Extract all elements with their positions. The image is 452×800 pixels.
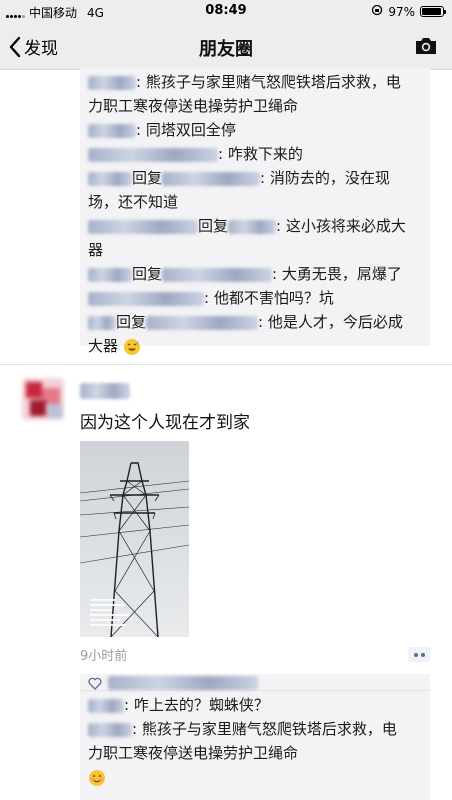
post-divider bbox=[0, 364, 452, 365]
avatar[interactable] bbox=[22, 378, 64, 420]
commenter-name[interactable] bbox=[88, 169, 132, 187]
battery-icon bbox=[420, 6, 446, 17]
emoji-row bbox=[88, 765, 422, 789]
reply-label: 回复 bbox=[132, 169, 163, 187]
comment-text-wrap: 大器 bbox=[88, 334, 422, 358]
comment-item[interactable]: : 咋救下来的 bbox=[88, 142, 422, 166]
commenter-name[interactable] bbox=[88, 289, 204, 307]
comment-text: 咋救下来的 bbox=[227, 145, 303, 163]
nav-bar: 发现 朋友圈 bbox=[0, 24, 452, 70]
comment-text-wrap: 力职工寒夜停送电操劳护卫绳命 bbox=[88, 97, 299, 115]
comment-text-wrap: 场，还不知道 bbox=[88, 193, 179, 211]
comment-text: 这小孩将来必成大 bbox=[285, 217, 406, 235]
camera-icon bbox=[416, 38, 436, 54]
battery-percent: 97% bbox=[388, 4, 415, 19]
commenter-name[interactable] bbox=[88, 265, 132, 283]
post-text: 因为这个人现在才到家 bbox=[80, 413, 250, 433]
comment-item[interactable]: 回复: 这小孩将来必成大 bbox=[88, 214, 422, 238]
liker-names[interactable] bbox=[108, 676, 258, 690]
blushing-smile-emoji-icon bbox=[89, 769, 105, 786]
comment-item[interactable]: : 同塔双回全停 bbox=[88, 118, 422, 142]
comment-text: 消防去的，没在现 bbox=[269, 169, 390, 187]
comment-text: 大勇无畏，屌爆了 bbox=[281, 265, 402, 283]
rotation-lock-icon bbox=[371, 4, 383, 19]
post-timestamp: 9小时前 bbox=[80, 649, 128, 664]
reply-target-name[interactable] bbox=[162, 265, 273, 283]
comment-text: 熊孩子与家里赌气怒爬铁塔后求救，电 bbox=[145, 73, 401, 91]
poster-name[interactable] bbox=[80, 380, 130, 399]
comment-text-wrap: 力职工寒夜停送电操劳护卫绳命 bbox=[88, 744, 299, 762]
comment-item[interactable]: 回复: 大勇无畏，屌爆了 bbox=[88, 262, 422, 286]
reply-label: 回复 bbox=[132, 265, 163, 283]
commenter-name[interactable] bbox=[88, 313, 116, 331]
commenter-name[interactable] bbox=[88, 696, 124, 714]
page-title: 朋友圈 bbox=[199, 39, 253, 60]
status-bar: 中国移动 4G 08:49 97% bbox=[0, 0, 452, 24]
comment-text: 熊孩子与家里赌气怒爬铁塔后求救，电 bbox=[141, 720, 397, 738]
status-right: 97% bbox=[371, 4, 446, 19]
reply-target-name[interactable] bbox=[228, 217, 277, 235]
tower-photo bbox=[80, 441, 189, 637]
comment-item[interactable]: : 咋上去的？蜘蛛侠？ bbox=[88, 693, 422, 717]
comment-list-bottom: : 咋上去的？蜘蛛侠？ : 熊孩子与家里赌气怒爬铁塔后求救，电 力职工寒夜停送电… bbox=[80, 674, 430, 800]
commenter-name[interactable] bbox=[88, 121, 136, 139]
comment-text: 同塔双回全停 bbox=[145, 121, 236, 139]
comment-item[interactable]: 回复: 他是人才，今后必成 bbox=[88, 310, 422, 334]
sweat-smile-emoji-icon bbox=[123, 338, 140, 355]
comment-text: 他是人才，今后必成 bbox=[267, 313, 403, 331]
reply-label: 回复 bbox=[116, 313, 147, 331]
comment-text: 他都不害怕吗？坑 bbox=[213, 289, 334, 307]
commenter-name[interactable] bbox=[88, 217, 198, 235]
commenter-name[interactable] bbox=[88, 73, 136, 91]
camera-button[interactable] bbox=[414, 36, 438, 60]
reply-target-name[interactable] bbox=[162, 169, 261, 187]
commenter-name[interactable] bbox=[88, 720, 132, 738]
comment-like-menu-button[interactable] bbox=[408, 647, 430, 662]
comment-item[interactable]: : 熊孩子与家里赌气怒爬铁塔后求救，电 bbox=[88, 70, 422, 94]
comment-item[interactable]: 回复: 消防去的，没在现 bbox=[88, 166, 422, 190]
post-photo[interactable] bbox=[80, 441, 189, 637]
heart-outline-icon bbox=[88, 677, 102, 690]
reply-label: 回复 bbox=[198, 217, 229, 235]
commenter-name[interactable] bbox=[88, 145, 218, 163]
reply-target-name[interactable] bbox=[146, 313, 259, 331]
comment-list-top: : 熊孩子与家里赌气怒爬铁塔后求救，电 力职工寒夜停送电操劳护卫绳命 : 同塔双… bbox=[80, 68, 430, 355]
comment-text: 咋上去的？蜘蛛侠？ bbox=[133, 696, 269, 714]
comment-text-wrap: 器 bbox=[88, 241, 104, 259]
comment-item[interactable]: : 他都不害怕吗？坑 bbox=[88, 286, 422, 310]
likes-row bbox=[80, 676, 430, 691]
comment-item[interactable]: : 熊孩子与家里赌气怒爬铁塔后求救，电 bbox=[88, 717, 422, 741]
